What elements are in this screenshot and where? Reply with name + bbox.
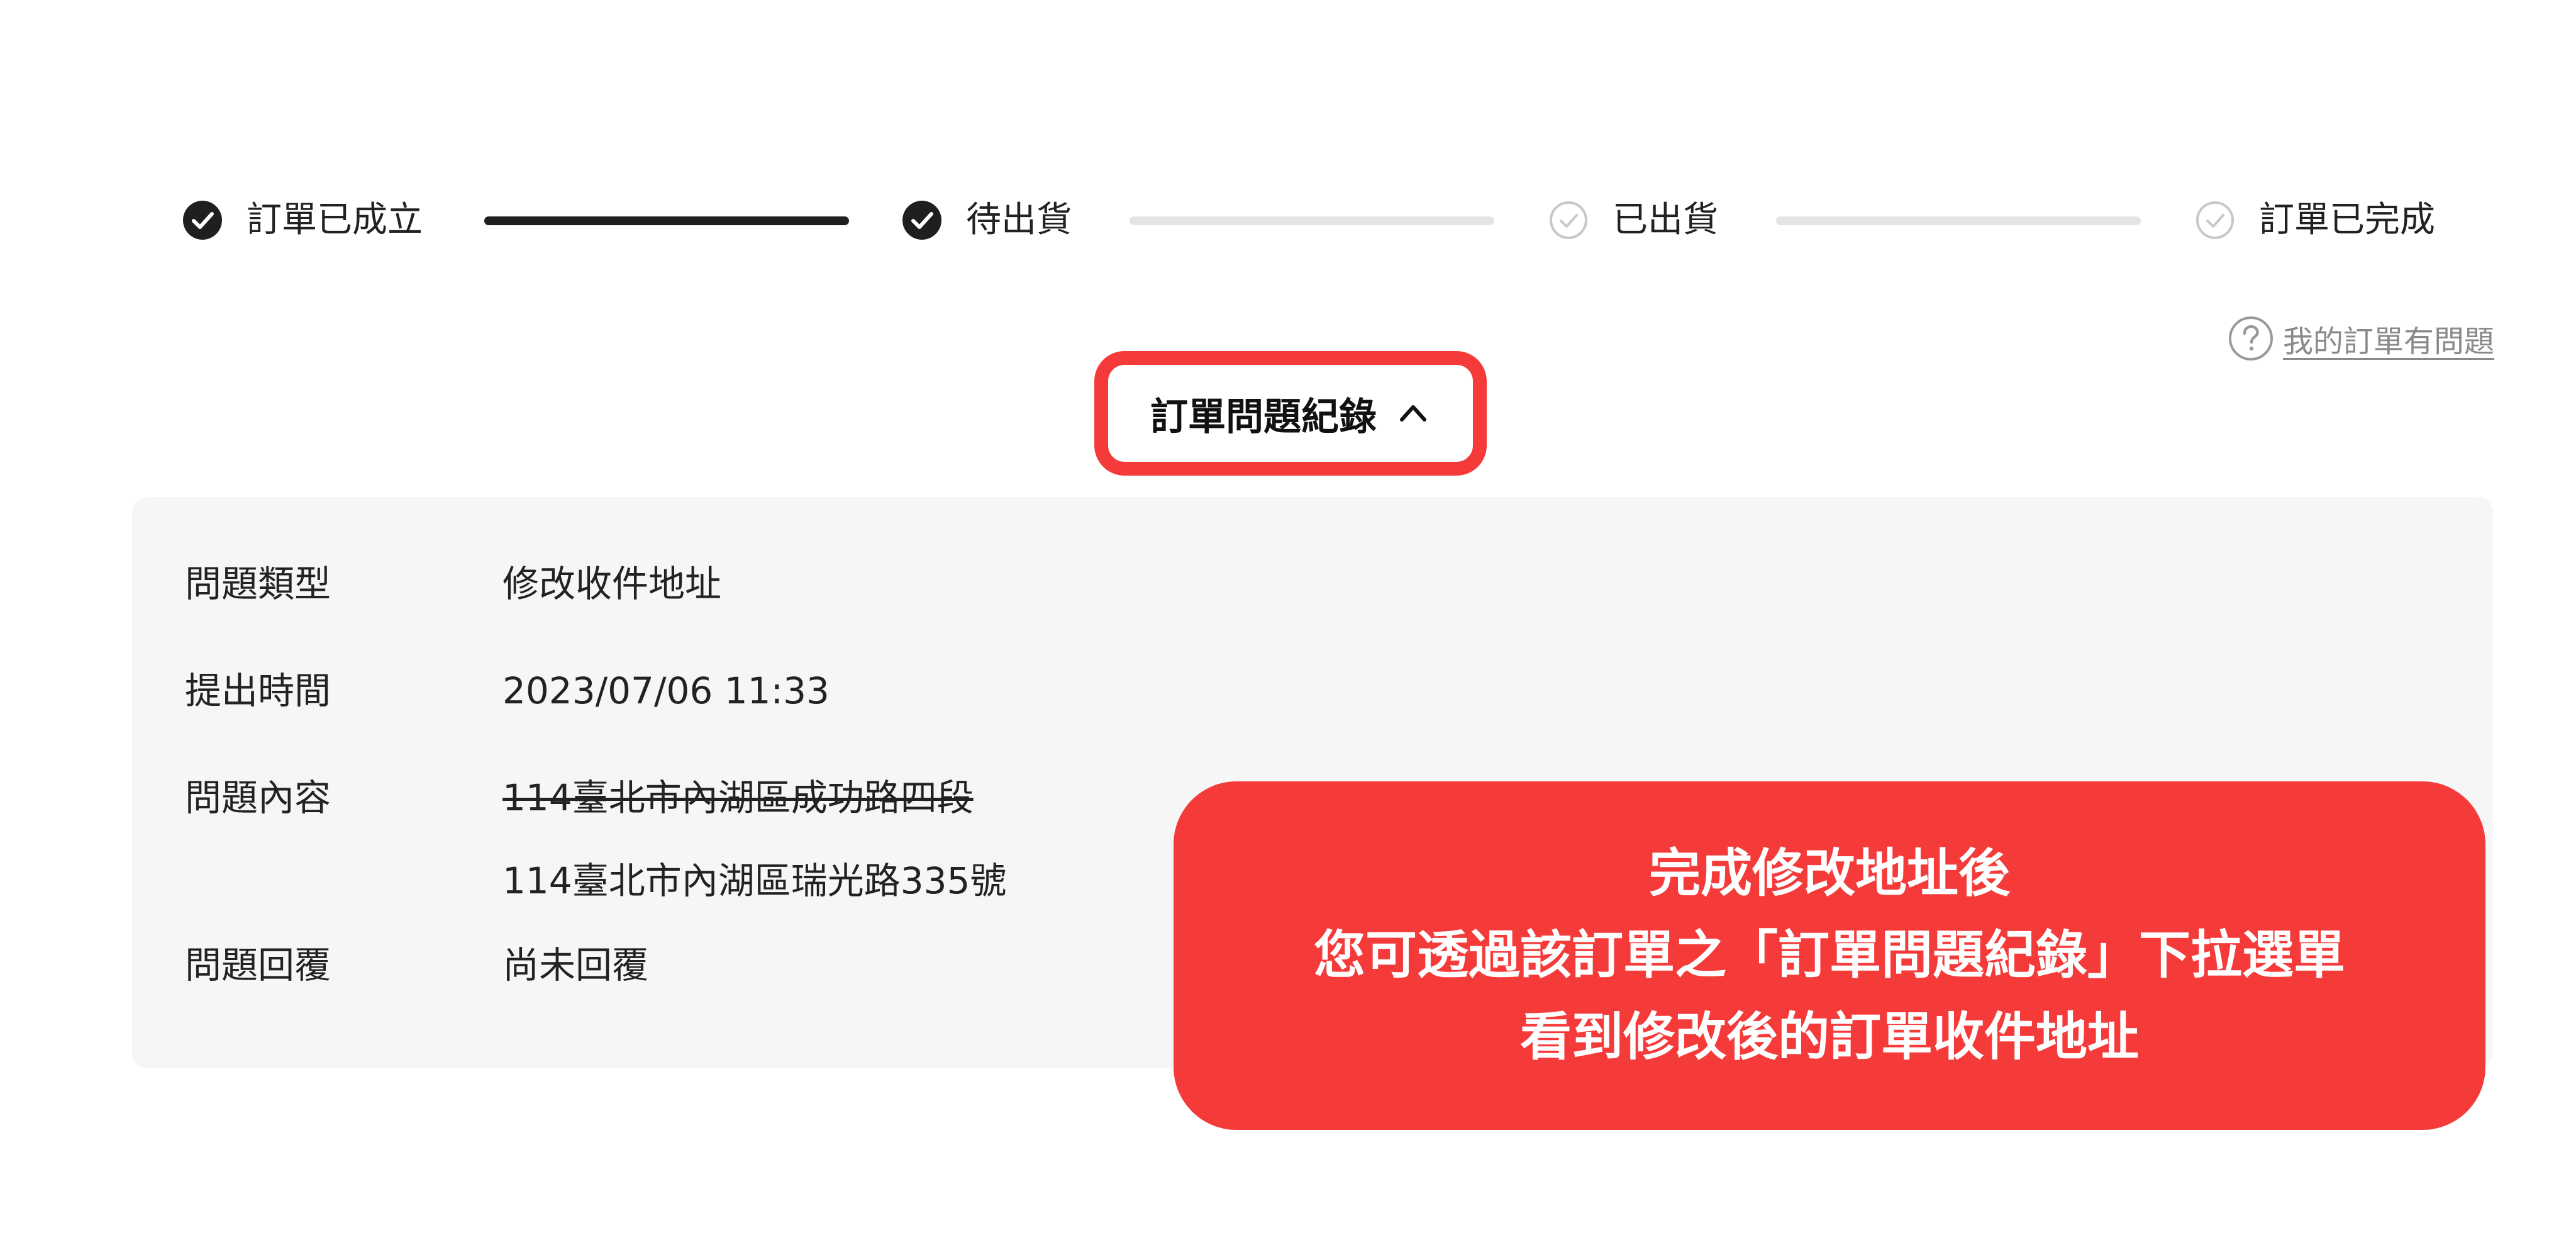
new-address: 114臺北市內湖區瑞光路335號 <box>502 859 1007 902</box>
tutorial-callout: 完成修改地址後 您可透過該訂單之「訂單問題紀錄」下拉選單 看到修改後的訂單收件地… <box>1174 781 2485 1130</box>
reply-label: 問題回覆 <box>185 944 331 986</box>
issue-content-label: 問題內容 <box>185 776 331 819</box>
step-connector-2 <box>1130 216 1494 225</box>
submitted-time-label: 提出時間 <box>185 669 331 712</box>
issue-type-value: 修改收件地址 <box>502 562 722 605</box>
callout-line-3: 看到修改後的訂單收件地址 <box>1519 1007 2139 1067</box>
step-connector-3 <box>1776 216 2141 225</box>
step-order-completed: 訂單已完成 <box>2195 196 2435 244</box>
step-label: 訂單已成立 <box>247 199 423 240</box>
step-label: 訂單已完成 <box>2259 199 2435 240</box>
step-order-created: 訂單已成立 <box>182 196 423 244</box>
question-circle-icon <box>2228 315 2274 362</box>
step-shipped: 已出貨 <box>1548 196 1718 244</box>
step-label: 待出貨 <box>966 199 1072 240</box>
issue-type-row: 問題類型 修改收件地址 <box>185 559 721 609</box>
step-awaiting-shipment: 待出貨 <box>902 196 1072 244</box>
order-issue-record-toggle[interactable]: 訂單問題紀錄 <box>1094 351 1487 476</box>
order-problem-link[interactable]: 我的訂單有問題 <box>2228 312 2494 365</box>
submitted-time-value: 2023/07/06 11:33 <box>502 669 830 712</box>
issue-type-label: 問題類型 <box>185 562 331 605</box>
step-connector-1 <box>484 216 849 225</box>
reply-value: 尚未回覆 <box>502 944 649 986</box>
issue-content-row: 問題內容 114臺北市內湖區成功路四段 114臺北市內湖區瑞光路335號 <box>185 773 1006 906</box>
submitted-time-row: 提出時間 2023/07/06 11:33 <box>185 666 830 716</box>
check-circle-filled-icon <box>182 200 223 240</box>
reply-row: 問題回覆 尚未回覆 <box>185 940 648 990</box>
chevron-up-icon <box>1396 396 1431 431</box>
step-label: 已出貨 <box>1613 199 1718 240</box>
order-problem-link-label[interactable]: 我的訂單有問題 <box>2283 316 2494 360</box>
callout-line-2: 您可透過該訂單之「訂單問題紀錄」下拉選單 <box>1313 925 2345 985</box>
check-circle-filled-icon <box>902 200 942 240</box>
old-address: 114臺北市內湖區成功路四段 <box>502 776 974 819</box>
callout-line-1: 完成修改地址後 <box>1648 844 2010 903</box>
issue-content-value: 114臺北市內湖區成功路四段 114臺北市內湖區瑞光路335號 <box>502 773 1006 906</box>
order-detail-page: 訂單已成立 待出貨 已出貨 訂單已完成 我的訂單有問題 訂單問題紀錄 問題類型 … <box>0 0 2576 1257</box>
order-progress-stepper: 訂單已成立 待出貨 已出貨 訂單已完成 <box>0 182 2576 258</box>
check-circle-outline-icon <box>1548 200 1589 240</box>
check-circle-outline-icon <box>2195 200 2235 240</box>
order-issue-record-label: 訂單問題紀錄 <box>1150 394 1377 439</box>
